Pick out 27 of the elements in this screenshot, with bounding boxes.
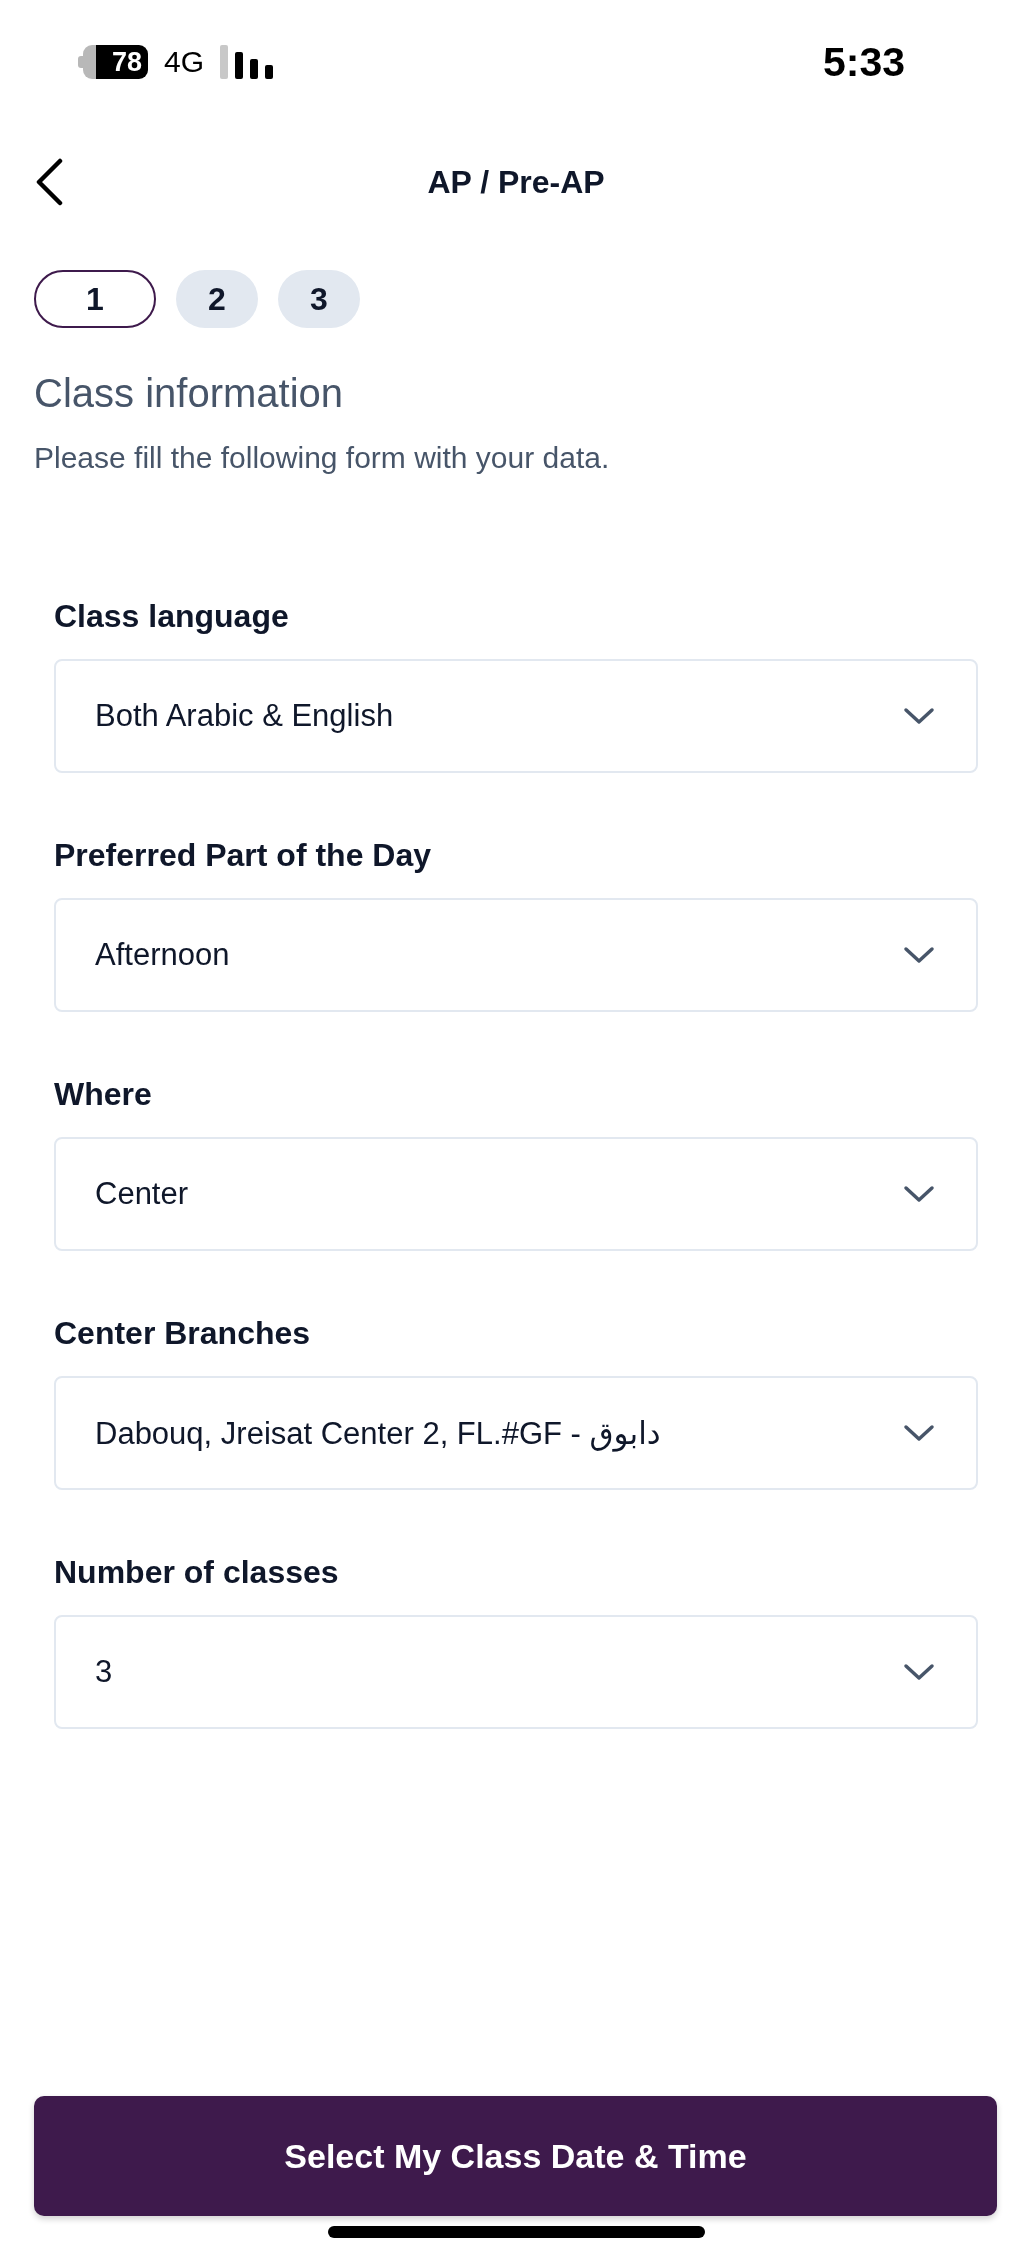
back-icon[interactable] xyxy=(34,158,64,206)
chevron-down-icon xyxy=(903,1424,935,1442)
dropdown-field[interactable]: Center xyxy=(54,1137,978,1251)
page-title: AP / Pre-AP xyxy=(427,163,605,200)
section-title: Class information xyxy=(34,370,344,417)
chevron-down-icon xyxy=(903,707,935,725)
status-time: 5:33 xyxy=(822,41,905,83)
field-label: Number of classes xyxy=(54,1553,340,1592)
dropdown-field[interactable]: Dabouq, Jreisat Center 2, FL.#GF - دابوق xyxy=(54,1376,978,1490)
field-label: Center Branches xyxy=(54,1314,312,1353)
dropdown-field[interactable]: Both Arabic & English xyxy=(54,659,978,773)
dropdown-field[interactable]: Afternoon xyxy=(54,898,978,1012)
field-label: Preferred Part of the Day xyxy=(54,836,432,875)
section-subtitle: Please fill the following form with your data. xyxy=(34,440,611,476)
field-label: Class language xyxy=(54,597,290,636)
network-type: 4G xyxy=(164,47,205,77)
chevron-down-icon xyxy=(903,1663,935,1681)
signal-icon xyxy=(220,45,274,79)
battery-indicator: 78 xyxy=(78,45,148,79)
step-tab[interactable]: 1 xyxy=(34,270,156,328)
field-label: Where xyxy=(54,1075,153,1114)
dropdown-field[interactable]: 3 xyxy=(54,1615,978,1729)
step-tab[interactable]: 3 xyxy=(278,270,360,328)
submit-button[interactable]: Select My Class Date & Time xyxy=(34,2096,997,2216)
step-tab[interactable]: 2 xyxy=(176,270,258,328)
chevron-down-icon xyxy=(903,1185,935,1203)
chevron-down-icon xyxy=(903,946,935,964)
